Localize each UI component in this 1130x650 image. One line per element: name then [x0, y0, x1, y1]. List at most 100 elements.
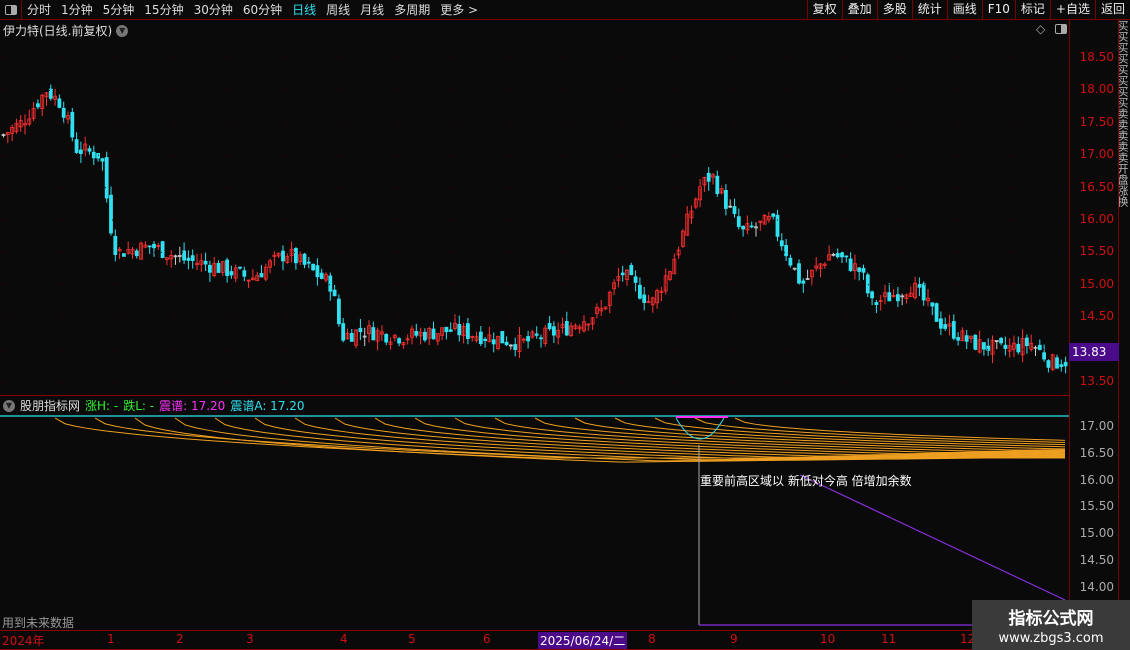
- candle-body: [917, 284, 922, 288]
- date-tick: 1: [107, 632, 115, 646]
- candle-body: [896, 294, 900, 302]
- purple-trendline: [799, 474, 1066, 601]
- date-tick: 2: [176, 632, 184, 646]
- candle-body: [857, 267, 862, 272]
- candle-body: [620, 272, 625, 276]
- period-tab[interactable]: 分时: [22, 1, 56, 18]
- candle-body: [771, 213, 776, 217]
- period-tab[interactable]: 5分钟: [98, 1, 140, 18]
- candle-body: [504, 341, 509, 346]
- indicator-header: ▼ 股朋指标网 涨H: - 跌L: - 震谱: 17.20 震谱A: 17.20: [3, 397, 305, 414]
- candle-body: [444, 326, 449, 333]
- candle-body: [1042, 352, 1046, 360]
- candle-body: [134, 250, 139, 257]
- period-tab[interactable]: 1分钟: [56, 1, 98, 18]
- candle-body: [203, 260, 208, 265]
- candle-body: [534, 333, 539, 336]
- toolbar-button[interactable]: 画线: [946, 0, 982, 20]
- candle-body: [784, 244, 788, 257]
- candle-body: [36, 103, 40, 108]
- candle-body: [147, 245, 152, 248]
- candle-body: [956, 337, 960, 341]
- candle-body: [1003, 344, 1008, 349]
- candle-body: [848, 258, 853, 272]
- chevron-down-icon[interactable]: ▼: [3, 399, 15, 412]
- candle-body: [431, 328, 436, 340]
- toolbar-button[interactable]: 叠加: [841, 0, 877, 20]
- candle-body: [478, 331, 483, 345]
- toolbar-button[interactable]: +自选: [1049, 0, 1095, 20]
- candle-body: [186, 257, 191, 261]
- period-tab[interactable]: 60分钟: [238, 1, 287, 18]
- price-tick: 15.50: [1079, 244, 1114, 259]
- candle-body: [547, 323, 552, 330]
- toolbar-button[interactable]: 返回: [1094, 0, 1130, 20]
- price-tick: 17.00: [1079, 147, 1114, 162]
- period-tab[interactable]: 日线: [287, 1, 321, 18]
- candle-body: [74, 139, 79, 153]
- price-tick: 13.50: [1079, 374, 1114, 388]
- date-tick: 10: [820, 632, 836, 646]
- future-data-note: 用到未来数据: [2, 616, 75, 630]
- toolbar-button[interactable]: F10: [981, 0, 1015, 20]
- panel-divider[interactable]: [0, 395, 1069, 396]
- candle-body: [921, 283, 926, 301]
- toolbar-button[interactable]: 复权: [806, 0, 842, 20]
- panel-toggle-button[interactable]: [0, 0, 22, 20]
- candle-body: [293, 248, 298, 264]
- candle-body: [500, 331, 505, 344]
- indicator-tick: 16.00: [1079, 472, 1114, 487]
- candle-body: [371, 327, 376, 341]
- candle-body: [840, 252, 844, 258]
- candle-body: [384, 333, 389, 343]
- price-axis: 18.50 18.00 17.50 17.00 16.50 16.00 15.50 15.00…: [1069, 20, 1119, 630]
- date-tick: 5: [408, 632, 416, 646]
- candle-body: [1063, 361, 1068, 367]
- candle-body: [91, 151, 96, 159]
- period-tab[interactable]: 更多 >: [435, 1, 483, 18]
- candle-body: [302, 253, 307, 265]
- indicator-name[interactable]: 股朋指标网: [20, 397, 80, 414]
- candle-body: [465, 323, 470, 339]
- candle-body: [629, 264, 634, 276]
- candle-body: [732, 206, 737, 214]
- candle-body: [341, 323, 346, 341]
- candle-body: [483, 338, 488, 341]
- indicator-annotation: 重要前高区域以 新低对今高 倍增加余数: [700, 474, 912, 488]
- price-tick: 18.00: [1079, 82, 1114, 97]
- toolbar-button[interactable]: 统计: [911, 0, 947, 20]
- candle-body: [281, 250, 285, 262]
- price-tick: 16.50: [1079, 179, 1114, 194]
- candle-body: [797, 263, 801, 284]
- watermark: 指标公式网 www.zbgs3.com: [972, 600, 1130, 650]
- candle-body: [182, 250, 187, 261]
- period-tab[interactable]: 15分钟: [139, 1, 188, 18]
- candle-body: [861, 267, 866, 273]
- toolbar: 分时 1分钟 5分钟 15分钟 30分钟 60分钟 日线 周线 月线 多周期 更多 > 复权 叠加 多股…: [0, 0, 1130, 20]
- candle-body: [315, 265, 320, 278]
- period-tab[interactable]: 30分钟: [189, 1, 238, 18]
- candle-body: [951, 321, 956, 339]
- toolbar-button[interactable]: 多股: [876, 0, 912, 20]
- candle-body: [96, 152, 100, 159]
- candle-body: [564, 321, 569, 336]
- candle-body: [638, 284, 642, 299]
- chart-area[interactable]: [0, 20, 1069, 630]
- indicator-zhenpu-a: 震谱A: 17.20: [230, 399, 305, 413]
- candle-body: [552, 326, 556, 336]
- candle-body: [642, 294, 647, 303]
- candle-body: [999, 337, 1003, 344]
- period-tab[interactable]: 周线: [321, 1, 355, 18]
- period-tab[interactable]: 多周期: [389, 1, 435, 18]
- indicator-tick: 16.50: [1079, 445, 1114, 460]
- candle-body: [982, 342, 986, 350]
- candle-body: [104, 157, 109, 199]
- candle-body: [109, 194, 113, 234]
- toolbar-button[interactable]: 标记: [1014, 0, 1050, 20]
- period-tab[interactable]: 月线: [355, 1, 389, 18]
- candle-body: [633, 276, 638, 283]
- candle-body: [870, 291, 874, 299]
- indicator-tick: 17.00: [1079, 419, 1114, 433]
- candle-body: [865, 274, 870, 294]
- candle-body: [1025, 337, 1029, 347]
